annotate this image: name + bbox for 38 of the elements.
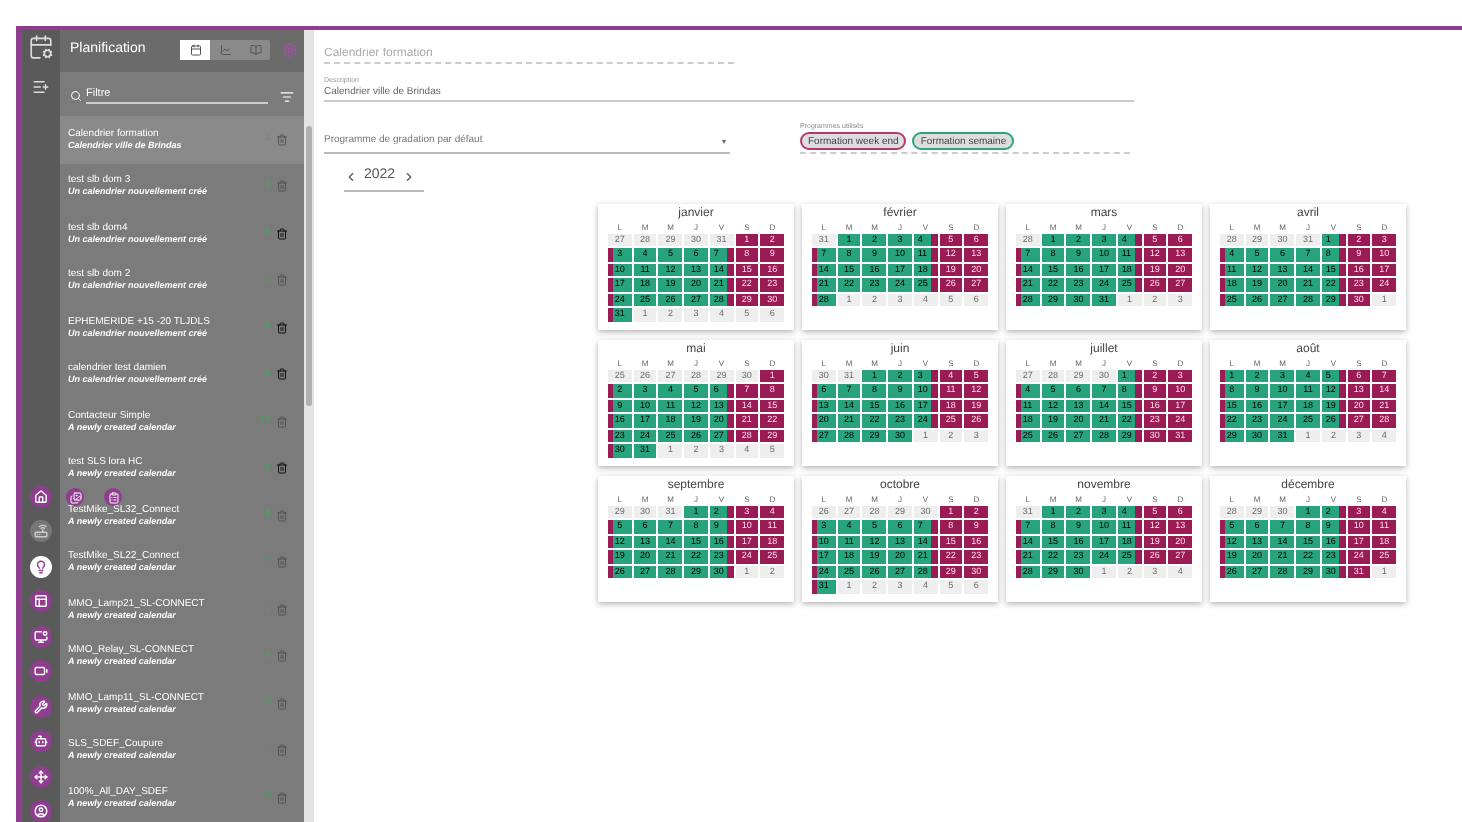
move-button[interactable] [30,765,52,787]
wrench-button[interactable] [30,695,52,717]
router-icon [34,524,48,538]
next-year-button[interactable] [401,169,416,184]
lightbulb-icon [34,559,48,573]
user-icon [34,804,48,818]
lightbulb-button[interactable] [30,555,52,577]
user-button[interactable] [30,800,52,822]
scrollbar-thumb[interactable] [306,126,312,406]
book-icon [249,44,261,56]
move-icon [34,769,48,783]
trash-icon[interactable] [276,321,288,334]
search-icon [70,90,82,102]
chart-icon [219,44,231,56]
calendar-settings-icon[interactable] [28,34,54,60]
trash-icon[interactable] [276,462,288,475]
monitor-chart-button[interactable] [30,625,52,647]
monitor-chart-icon [34,629,48,643]
robot-icon [34,734,48,748]
scrollbar[interactable] [304,30,314,822]
sort-icon[interactable] [280,89,294,103]
clipboard-icon [107,491,119,503]
panel-button[interactable] [30,590,52,612]
images-icon [69,491,81,503]
home-button[interactable] [30,485,52,507]
calendar-icon [189,44,201,56]
battery-button[interactable] [30,660,52,682]
caret-icon [722,140,726,144]
previous-year-button[interactable] [344,169,358,184]
trash-icon[interactable] [276,368,288,381]
battery-icon [34,664,48,678]
home-icon [34,489,48,503]
trash-icon[interactable] [276,227,288,240]
calendar-tab[interactable] [180,40,210,60]
panel-icon [34,594,48,608]
wrench-icon [34,699,48,713]
add-list-icon[interactable] [32,78,50,96]
robot-button[interactable] [30,730,52,752]
